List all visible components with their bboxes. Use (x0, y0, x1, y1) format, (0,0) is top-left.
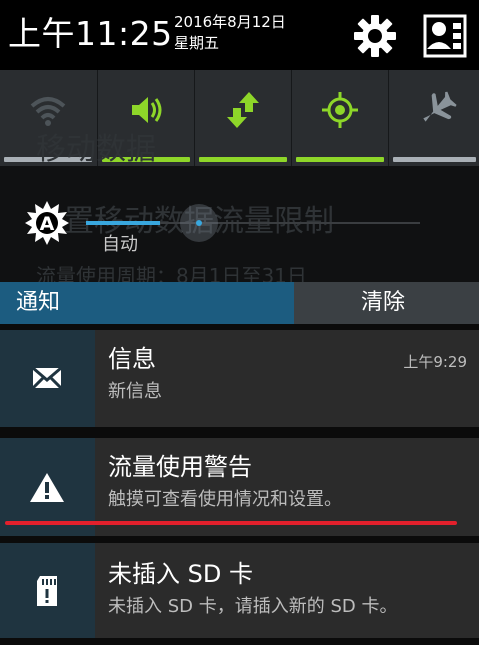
toggle-mobile-data[interactable] (194, 70, 291, 166)
clock: 上午11:25 (8, 14, 173, 53)
notification-icon-box (0, 330, 95, 427)
svg-text:A: A (40, 213, 55, 235)
notification-time: 上午9:29 (403, 353, 467, 371)
clear-button-label: 清除 (361, 290, 406, 315)
toggle-location[interactable] (291, 70, 388, 166)
highlight-underline (5, 521, 457, 525)
toggle-location-indicator (296, 157, 384, 162)
envelope-icon (31, 366, 63, 390)
user-switch-icon[interactable] (420, 11, 470, 61)
gear-icon[interactable] (350, 11, 400, 61)
background-title: 移动数据 (36, 132, 156, 167)
auto-brightness-icon[interactable]: A (24, 200, 70, 246)
notification-title: 流量使用警告 (108, 453, 252, 481)
airplane-icon (423, 91, 457, 122)
notification-subtitle: 未插入 SD 卡，请插入新的 SD 卡。 (108, 596, 398, 617)
notification-item-message[interactable]: 信息 新信息 上午9:29 (0, 330, 479, 427)
notification-item-sd-card[interactable]: 未插入 SD 卡 未插入 SD 卡，请插入新的 SD 卡。 (0, 543, 479, 638)
notification-header-label: 通知 (16, 290, 61, 315)
auto-label: 自动 (102, 234, 138, 255)
toggle-mobile-data-indicator (199, 157, 287, 162)
date-block: 2016年8月12日 星期五 (174, 12, 286, 54)
date-text: 2016年8月12日 (174, 13, 286, 31)
toggle-airplane-indicator (393, 157, 476, 162)
notification-subtitle: 新信息 (108, 381, 162, 402)
warning-icon (30, 473, 64, 502)
brightness-slider-fill (86, 221, 160, 225)
notification-title: 信息 (108, 345, 156, 373)
sd-card-icon (37, 576, 57, 606)
status-header: 上午11:25 2016年8月12日 星期五 (0, 0, 479, 70)
brightness-thumb-dot (196, 220, 202, 226)
notification-subtitle: 触摸可查看使用情况和设置。 (108, 489, 342, 510)
location-icon (322, 92, 358, 128)
notification-title: 未插入 SD 卡 (108, 560, 253, 588)
data-transfer-icon (227, 92, 259, 128)
notification-icon-box (0, 543, 95, 638)
toggle-airplane[interactable] (388, 70, 479, 166)
weekday-text: 星期五 (174, 34, 220, 52)
